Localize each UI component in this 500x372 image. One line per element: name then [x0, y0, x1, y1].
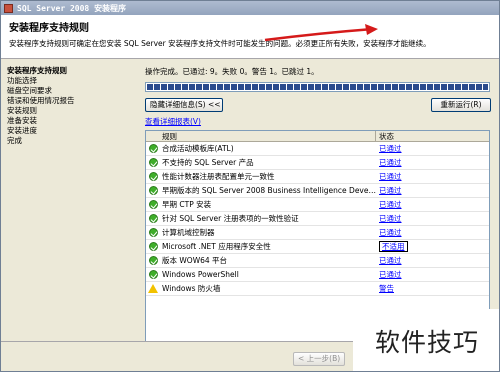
warning-icon	[148, 284, 158, 293]
rule-name: Windows 防火墙	[162, 284, 221, 293]
rule-name: 针对 SQL Server 注册表项的一致性验证	[162, 214, 299, 223]
title-bar: SQL Server 2008 安装程序	[1, 1, 499, 15]
rule-status-text: 警告	[379, 284, 394, 293]
rule-status-text: 已通过	[379, 228, 402, 237]
row-icon-cell	[146, 270, 160, 279]
check-icon	[148, 228, 158, 237]
watermark: 软件技巧	[353, 309, 499, 371]
table-row[interactable]: 计算机域控制器 已通过	[146, 226, 489, 240]
row-icon-cell	[146, 144, 160, 153]
check-icon	[148, 256, 158, 265]
step-navigation: 安装程序支持规则 功能选择 磁盘空间要求 错误和使用情况报告 安装规则 准备安装…	[1, 60, 139, 360]
progress-fill	[147, 84, 488, 90]
rule-status-link[interactable]: 已通过	[376, 171, 489, 182]
table-row[interactable]: 合成活动模板库(ATL) 已通过	[146, 142, 489, 156]
page-header: 安装程序支持规则 安装程序支持规则可确定在您安装 SQL Server 安装程序…	[1, 15, 499, 59]
nav-item-install-rules[interactable]: 安装规则	[7, 106, 139, 116]
nav-item-feature-selection[interactable]: 功能选择	[7, 76, 139, 86]
rerun-button[interactable]: 重新运行(R)	[431, 98, 491, 112]
app-icon	[4, 3, 13, 13]
rule-status-text: 已通过	[379, 186, 402, 195]
row-icon-cell	[146, 186, 160, 195]
table-row[interactable]: 版本 WOW64 平台 已通过	[146, 254, 489, 268]
table-row[interactable]: Microsoft .NET 应用程序安全性 不适用	[146, 240, 489, 254]
check-icon	[148, 144, 158, 153]
table-row[interactable]: 不支持的 SQL Server 产品 已通过	[146, 156, 489, 170]
table-row[interactable]: 早期版本的 SQL Server 2008 Business Intellige…	[146, 184, 489, 198]
table-row[interactable]: 性能计数器注册表配置单元一致性 已通过	[146, 170, 489, 184]
column-header-status[interactable]: 状态	[376, 131, 489, 141]
watermark-text: 软件技巧	[374, 328, 479, 357]
rule-status-link[interactable]: 已通过	[376, 199, 489, 210]
rule-name: 性能计数器注册表配置单元一致性	[162, 172, 275, 181]
rule-status-link[interactable]: 已通过	[376, 213, 489, 224]
check-icon	[148, 186, 158, 195]
rule-name: 计算机域控制器	[162, 228, 215, 237]
nav-item-complete[interactable]: 完成	[7, 136, 139, 146]
grid-header: 规则 状态	[146, 131, 489, 142]
view-report-link[interactable]: 查看详细报表(V)	[145, 116, 201, 127]
nav-item-ready-to-install[interactable]: 准备安装	[7, 116, 139, 126]
check-icon	[148, 270, 158, 279]
nav-item-support-rules[interactable]: 安装程序支持规则	[7, 66, 139, 76]
row-icon-cell	[146, 284, 160, 293]
check-icon	[148, 242, 158, 251]
rule-status-link[interactable]: 已通过	[376, 157, 489, 168]
row-icon-cell	[146, 214, 160, 223]
check-icon	[148, 214, 158, 223]
page-title: 安装程序支持规则	[9, 23, 89, 34]
rule-status-link[interactable]: 已通过	[376, 255, 489, 266]
rule-status-link[interactable]: 警告	[376, 283, 489, 294]
row-icon-cell	[146, 228, 160, 237]
progress-bar	[145, 82, 490, 92]
red-arrow-annotation	[264, 24, 378, 42]
nav-item-install-progress[interactable]: 安装进度	[7, 126, 139, 136]
hide-details-button[interactable]: 隐藏详细信息(S) <<	[145, 98, 223, 112]
nav-item-disk-space[interactable]: 磁盘空间要求	[7, 86, 139, 96]
window-title: SQL Server 2008 安装程序	[17, 3, 127, 13]
rule-status-text: 已通过	[379, 256, 402, 265]
rule-status-text: 已通过	[379, 270, 402, 279]
rule-status-text: 已通过	[379, 158, 402, 167]
rule-status-text: 不适用	[379, 241, 408, 252]
rule-status-text: 已通过	[379, 200, 402, 209]
rule-status-link[interactable]: 已通过	[376, 227, 489, 238]
rule-name: Microsoft .NET 应用程序安全性	[162, 242, 271, 251]
back-button[interactable]: < 上一步(B)	[293, 352, 345, 366]
row-icon-cell	[146, 256, 160, 265]
rule-name: 早期 CTP 安装	[162, 200, 212, 209]
rule-name: 合成活动模板库(ATL)	[162, 144, 234, 153]
row-icon-cell	[146, 172, 160, 181]
rule-name: Windows PowerShell	[162, 270, 239, 279]
rule-status-text: 已通过	[379, 172, 402, 181]
grid-body: 合成活动模板库(ATL) 已通过 不支持的 SQL Server 产品 已通过 性能计数…	[146, 142, 489, 296]
column-header-rule[interactable]: 规则	[146, 131, 376, 141]
table-row[interactable]: Windows PowerShell 已通过	[146, 268, 489, 282]
table-row[interactable]: Windows 防火墙 警告	[146, 282, 489, 296]
operation-status: 操作完成。已通过: 9。失败 0。警告 1。已跳过 1。	[145, 67, 319, 76]
table-row[interactable]: 早期 CTP 安装 已通过	[146, 198, 489, 212]
check-icon	[148, 158, 158, 167]
rule-name: 版本 WOW64 平台	[162, 256, 228, 265]
table-row[interactable]: 针对 SQL Server 注册表项的一致性验证 已通过	[146, 212, 489, 226]
rule-status-link[interactable]: 已通过	[376, 269, 489, 280]
check-icon	[148, 200, 158, 209]
rule-status-text: 已通过	[379, 214, 402, 223]
row-icon-cell	[146, 242, 160, 251]
rule-status-text: 已通过	[379, 144, 402, 153]
row-icon-cell	[146, 200, 160, 209]
check-icon	[148, 172, 158, 181]
rule-status-link[interactable]: 不适用	[376, 241, 489, 252]
row-icon-cell	[146, 158, 160, 167]
rule-status-link[interactable]: 已通过	[376, 143, 489, 154]
rule-name: 早期版本的 SQL Server 2008 Business Intellige…	[162, 186, 376, 195]
nav-item-error-reporting[interactable]: 错误和使用情况报告	[7, 96, 139, 106]
rule-status-link[interactable]: 已通过	[376, 185, 489, 196]
setup-window: SQL Server 2008 安装程序 安装程序支持规则 安装程序支持规则可确…	[0, 0, 500, 372]
rule-name: 不支持的 SQL Server 产品	[162, 158, 254, 167]
